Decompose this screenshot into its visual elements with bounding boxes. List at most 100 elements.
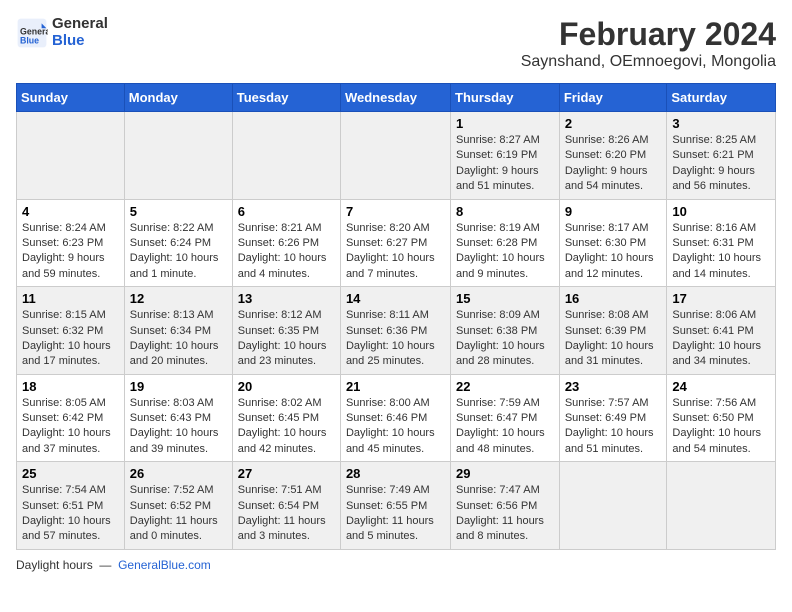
cell-info: Sunrise: 8:19 AM Sunset: 6:28 PM Dayligh… [456, 221, 554, 283]
calendar-cell [232, 112, 340, 200]
cell-info: Sunrise: 8:21 AM Sunset: 6:26 PM Dayligh… [238, 221, 335, 283]
cell-info: Sunrise: 7:54 AM Sunset: 6:51 PM Dayligh… [22, 483, 119, 545]
calendar-cell: 21 Sunrise: 8:00 AM Sunset: 6:46 PM Dayl… [340, 374, 450, 462]
cell-info: Sunrise: 7:57 AM Sunset: 6:49 PM Dayligh… [565, 396, 662, 458]
calendar-cell: 4 Sunrise: 8:24 AM Sunset: 6:23 PM Dayli… [17, 199, 125, 287]
cell-day-number: 16 [565, 291, 662, 306]
calendar-cell: 27 Sunrise: 7:51 AM Sunset: 6:54 PM Dayl… [232, 462, 340, 550]
cell-day-number: 10 [672, 204, 770, 219]
cell-day-number: 3 [672, 116, 770, 131]
cell-day-number: 22 [456, 379, 554, 394]
page-subtitle: Saynshand, OEmnoegovi, Mongolia [521, 53, 776, 71]
calendar-cell: 28 Sunrise: 7:49 AM Sunset: 6:55 PM Dayl… [340, 462, 450, 550]
cell-day-number: 26 [130, 466, 227, 481]
calendar-cell: 12 Sunrise: 8:13 AM Sunset: 6:34 PM Dayl… [124, 287, 232, 375]
calendar-cell: 23 Sunrise: 7:57 AM Sunset: 6:49 PM Dayl… [559, 374, 667, 462]
cell-info: Sunrise: 8:27 AM Sunset: 6:19 PM Dayligh… [456, 133, 554, 195]
cell-info: Sunrise: 8:03 AM Sunset: 6:43 PM Dayligh… [130, 396, 227, 458]
cell-day-number: 6 [238, 204, 335, 219]
header-cell-tuesday: Tuesday [232, 84, 340, 112]
calendar-cell: 11 Sunrise: 8:15 AM Sunset: 6:32 PM Dayl… [17, 287, 125, 375]
cell-info: Sunrise: 8:13 AM Sunset: 6:34 PM Dayligh… [130, 308, 227, 370]
cell-info: Sunrise: 8:12 AM Sunset: 6:35 PM Dayligh… [238, 308, 335, 370]
footer-source: Daylight hours [16, 558, 93, 572]
calendar-cell: 26 Sunrise: 7:52 AM Sunset: 6:52 PM Dayl… [124, 462, 232, 550]
header-cell-monday: Monday [124, 84, 232, 112]
cell-info: Sunrise: 8:09 AM Sunset: 6:38 PM Dayligh… [456, 308, 554, 370]
logo-text: General Blue [52, 16, 108, 49]
header-row: SundayMondayTuesdayWednesdayThursdayFrid… [17, 84, 776, 112]
header-cell-saturday: Saturday [667, 84, 776, 112]
header-cell-sunday: Sunday [17, 84, 125, 112]
cell-day-number: 11 [22, 291, 119, 306]
calendar-cell: 18 Sunrise: 8:05 AM Sunset: 6:42 PM Dayl… [17, 374, 125, 462]
cell-day-number: 7 [346, 204, 445, 219]
header: General Blue General Blue February 2024 … [16, 16, 776, 71]
calendar-cell: 6 Sunrise: 8:21 AM Sunset: 6:26 PM Dayli… [232, 199, 340, 287]
calendar-cell [667, 462, 776, 550]
header-cell-thursday: Thursday [451, 84, 560, 112]
calendar-cell: 10 Sunrise: 8:16 AM Sunset: 6:31 PM Dayl… [667, 199, 776, 287]
cell-day-number: 15 [456, 291, 554, 306]
title-area: February 2024 Saynshand, OEmnoegovi, Mon… [521, 16, 776, 71]
cell-info: Sunrise: 7:51 AM Sunset: 6:54 PM Dayligh… [238, 483, 335, 545]
cell-info: Sunrise: 8:26 AM Sunset: 6:20 PM Dayligh… [565, 133, 662, 195]
cell-day-number: 1 [456, 116, 554, 131]
cell-day-number: 4 [22, 204, 119, 219]
week-row-2: 4 Sunrise: 8:24 AM Sunset: 6:23 PM Dayli… [17, 199, 776, 287]
cell-info: Sunrise: 8:06 AM Sunset: 6:41 PM Dayligh… [672, 308, 770, 370]
cell-info: Sunrise: 7:56 AM Sunset: 6:50 PM Dayligh… [672, 396, 770, 458]
calendar-cell: 1 Sunrise: 8:27 AM Sunset: 6:19 PM Dayli… [451, 112, 560, 200]
svg-text:Blue: Blue [20, 35, 39, 45]
cell-info: Sunrise: 8:25 AM Sunset: 6:21 PM Dayligh… [672, 133, 770, 195]
cell-day-number: 2 [565, 116, 662, 131]
week-row-3: 11 Sunrise: 8:15 AM Sunset: 6:32 PM Dayl… [17, 287, 776, 375]
cell-info: Sunrise: 8:16 AM Sunset: 6:31 PM Dayligh… [672, 221, 770, 283]
header-cell-friday: Friday [559, 84, 667, 112]
week-row-4: 18 Sunrise: 8:05 AM Sunset: 6:42 PM Dayl… [17, 374, 776, 462]
cell-info: Sunrise: 8:22 AM Sunset: 6:24 PM Dayligh… [130, 221, 227, 283]
calendar-cell: 16 Sunrise: 8:08 AM Sunset: 6:39 PM Dayl… [559, 287, 667, 375]
calendar-cell: 5 Sunrise: 8:22 AM Sunset: 6:24 PM Dayli… [124, 199, 232, 287]
week-row-1: 1 Sunrise: 8:27 AM Sunset: 6:19 PM Dayli… [17, 112, 776, 200]
calendar-cell: 8 Sunrise: 8:19 AM Sunset: 6:28 PM Dayli… [451, 199, 560, 287]
calendar-cell: 2 Sunrise: 8:26 AM Sunset: 6:20 PM Dayli… [559, 112, 667, 200]
cell-day-number: 18 [22, 379, 119, 394]
page-title: February 2024 [521, 16, 776, 53]
calendar-cell: 9 Sunrise: 8:17 AM Sunset: 6:30 PM Dayli… [559, 199, 667, 287]
calendar-cell: 24 Sunrise: 7:56 AM Sunset: 6:50 PM Dayl… [667, 374, 776, 462]
footer-link[interactable]: GeneralBlue.com [118, 558, 211, 572]
cell-day-number: 14 [346, 291, 445, 306]
footer: Daylight hours — GeneralBlue.com [16, 558, 776, 572]
cell-day-number: 23 [565, 379, 662, 394]
calendar-cell [559, 462, 667, 550]
calendar-cell [340, 112, 450, 200]
cell-info: Sunrise: 8:02 AM Sunset: 6:45 PM Dayligh… [238, 396, 335, 458]
cell-info: Sunrise: 8:08 AM Sunset: 6:39 PM Dayligh… [565, 308, 662, 370]
calendar-cell: 25 Sunrise: 7:54 AM Sunset: 6:51 PM Dayl… [17, 462, 125, 550]
cell-info: Sunrise: 8:17 AM Sunset: 6:30 PM Dayligh… [565, 221, 662, 283]
calendar-cell: 14 Sunrise: 8:11 AM Sunset: 6:36 PM Dayl… [340, 287, 450, 375]
calendar-cell: 3 Sunrise: 8:25 AM Sunset: 6:21 PM Dayli… [667, 112, 776, 200]
cell-info: Sunrise: 7:47 AM Sunset: 6:56 PM Dayligh… [456, 483, 554, 545]
cell-info: Sunrise: 8:15 AM Sunset: 6:32 PM Dayligh… [22, 308, 119, 370]
cell-day-number: 21 [346, 379, 445, 394]
calendar-table: SundayMondayTuesdayWednesdayThursdayFrid… [16, 83, 776, 550]
cell-day-number: 29 [456, 466, 554, 481]
calendar-cell: 20 Sunrise: 8:02 AM Sunset: 6:45 PM Dayl… [232, 374, 340, 462]
cell-day-number: 12 [130, 291, 227, 306]
calendar-cell: 15 Sunrise: 8:09 AM Sunset: 6:38 PM Dayl… [451, 287, 560, 375]
logo-line1: General [52, 16, 108, 33]
cell-info: Sunrise: 8:00 AM Sunset: 6:46 PM Dayligh… [346, 396, 445, 458]
cell-day-number: 27 [238, 466, 335, 481]
cell-info: Sunrise: 7:52 AM Sunset: 6:52 PM Dayligh… [130, 483, 227, 545]
week-row-5: 25 Sunrise: 7:54 AM Sunset: 6:51 PM Dayl… [17, 462, 776, 550]
cell-day-number: 28 [346, 466, 445, 481]
calendar-cell: 22 Sunrise: 7:59 AM Sunset: 6:47 PM Dayl… [451, 374, 560, 462]
calendar-cell: 13 Sunrise: 8:12 AM Sunset: 6:35 PM Dayl… [232, 287, 340, 375]
calendar-cell: 17 Sunrise: 8:06 AM Sunset: 6:41 PM Dayl… [667, 287, 776, 375]
cell-info: Sunrise: 7:59 AM Sunset: 6:47 PM Dayligh… [456, 396, 554, 458]
calendar-cell: 19 Sunrise: 8:03 AM Sunset: 6:43 PM Dayl… [124, 374, 232, 462]
cell-day-number: 5 [130, 204, 227, 219]
logo-line2: Blue [52, 33, 108, 50]
